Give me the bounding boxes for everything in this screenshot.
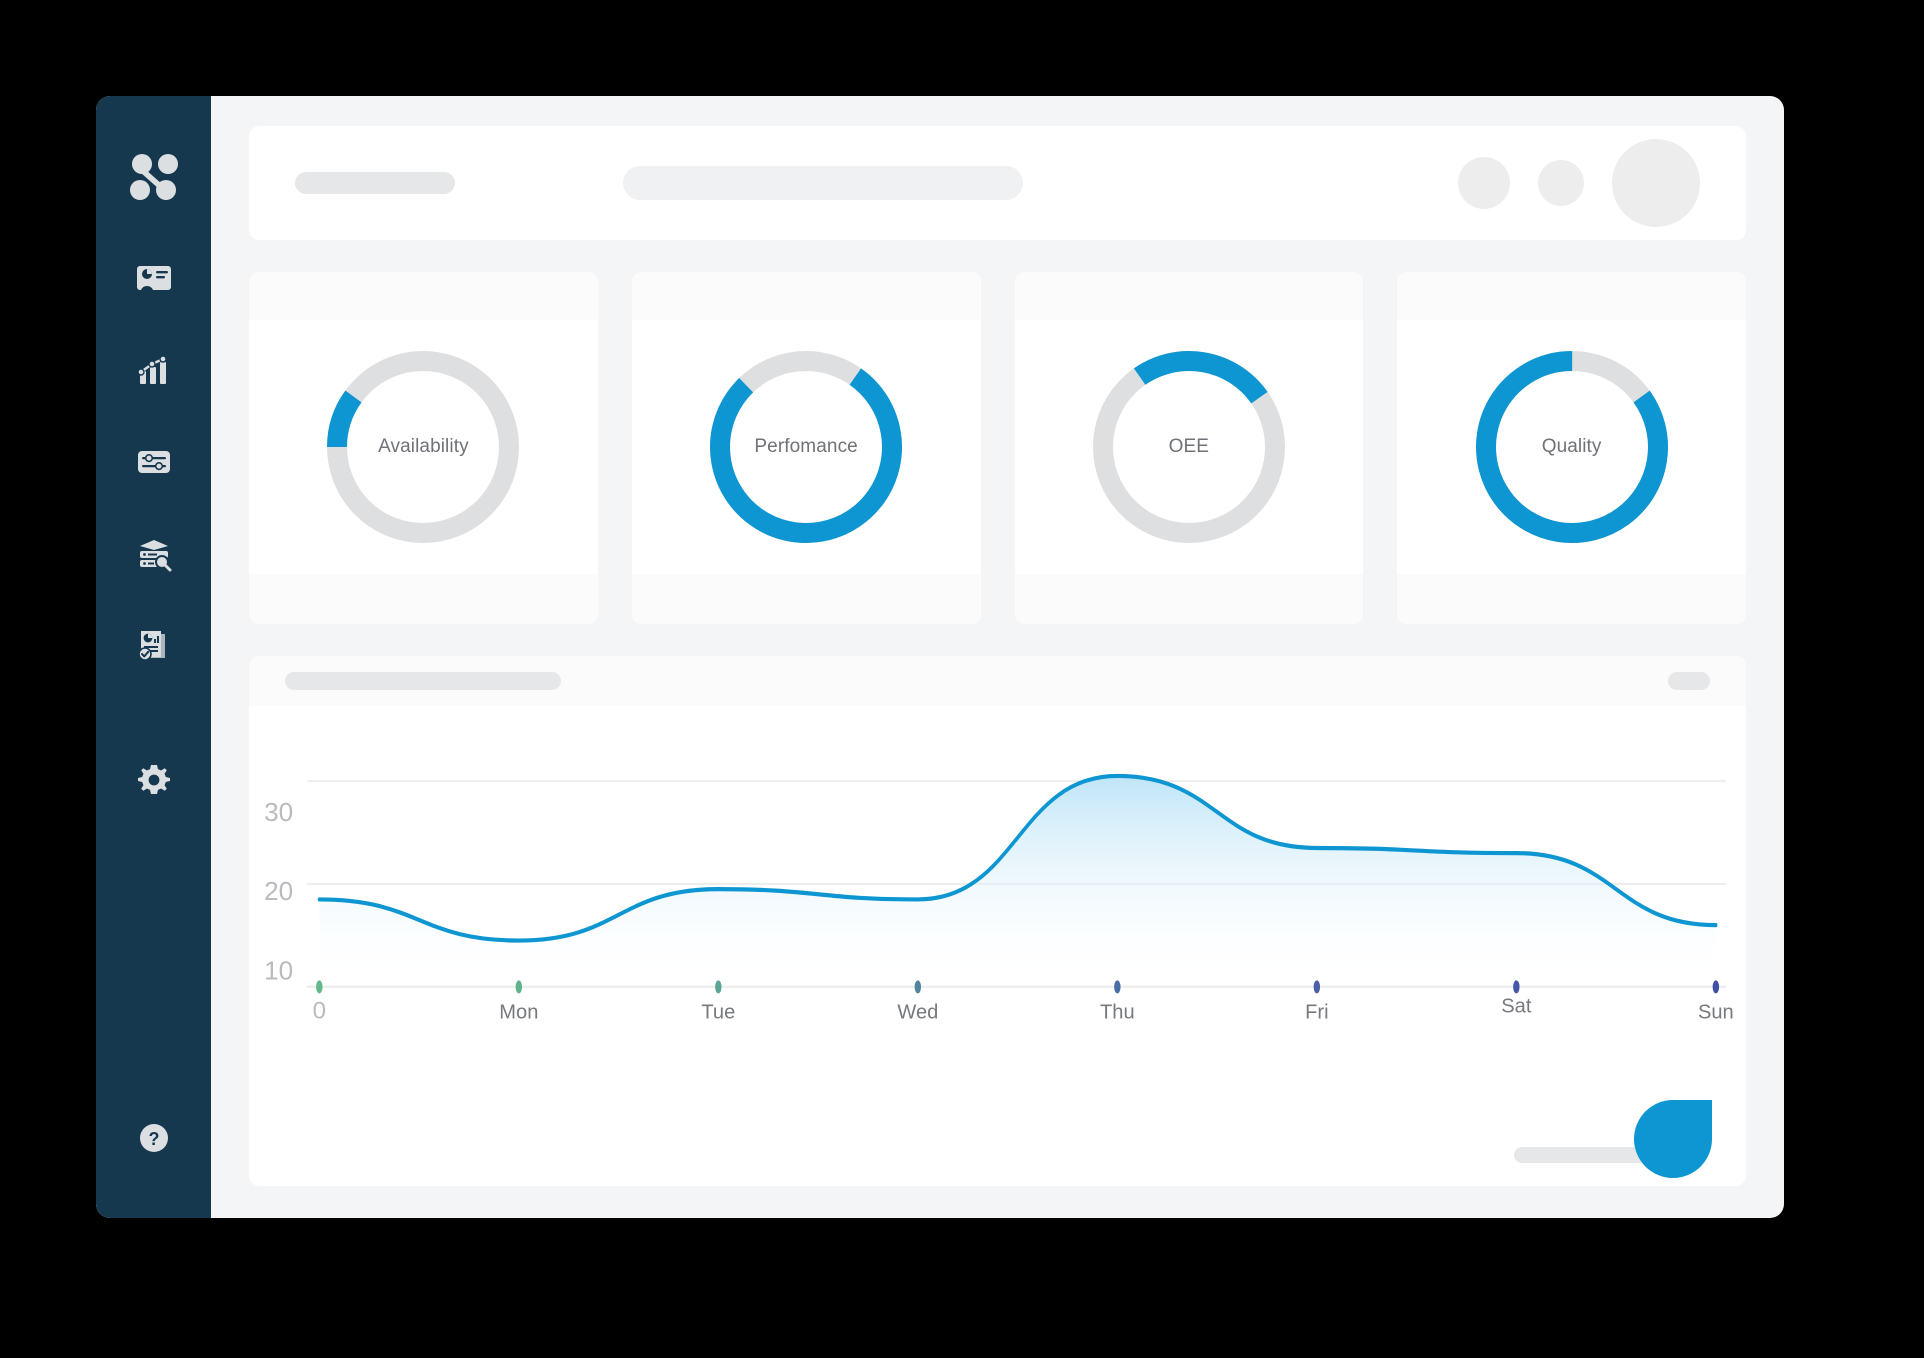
sidebar-item-analytics[interactable]	[126, 342, 182, 398]
donut-chart-quality: Quality	[1468, 343, 1676, 551]
chart-card-footer	[249, 1100, 1746, 1186]
sidebar-item-data[interactable]	[126, 526, 182, 582]
kpi-card-footer	[249, 574, 598, 624]
x-axis-tick-label: Wed	[897, 1001, 938, 1023]
kpi-card-quality[interactable]: Quality	[1397, 272, 1746, 624]
sidebar-item-overview[interactable]	[126, 250, 182, 306]
trend-chart-card: 30 20 10 0 Mon Tue Wed Thu Fri Sat Sun	[249, 656, 1746, 1186]
app-window: ? Availability Perfomance OEE Quality 30…	[96, 96, 1784, 1218]
sidebar-item-help[interactable]: ?	[132, 1116, 176, 1160]
report-check-icon	[135, 627, 173, 665]
x-axis-tick-label: 0	[313, 997, 326, 1024]
donut-chart-perfomance: Perfomance	[702, 343, 910, 551]
kpi-card-body: Availability	[249, 320, 598, 574]
y-axis-tick-label: 20	[264, 876, 293, 906]
donut-svg	[710, 351, 903, 543]
y-axis-tick-label: 10	[264, 955, 293, 985]
donut-svg	[327, 351, 520, 543]
kpi-card-body: OEE	[1015, 320, 1364, 574]
donut-chart-oee: OEE	[1085, 343, 1293, 551]
chart-plot-area: 30 20 10 0 Mon Tue Wed Thu Fri Sat Sun	[249, 706, 1746, 1124]
kpi-row: Availability Perfomance OEE Quality	[249, 272, 1746, 624]
action-circle-2[interactable]	[1538, 160, 1584, 206]
network-nodes-logo-icon	[125, 149, 183, 207]
kpi-card-perfomance[interactable]: Perfomance	[631, 272, 981, 624]
donut-svg	[1092, 351, 1285, 543]
kpi-card-body: Perfomance	[632, 320, 981, 574]
search-input[interactable]	[623, 166, 1023, 200]
main-content: Availability Perfomance OEE Quality 30 2…	[211, 96, 1784, 1218]
y-axis-tick-label: 30	[264, 797, 293, 827]
question-circle-icon: ?	[137, 1121, 171, 1155]
topbar-title-placeholder	[295, 172, 455, 194]
kpi-card-header	[249, 272, 598, 320]
donut-chart-availability: Availability	[319, 343, 527, 551]
chart-axis-labels-svg: 30 20 10 0 Mon Tue Wed Thu Fri Sat Sun	[264, 797, 1734, 1024]
chart-y-axis-labels: 30 20 10	[264, 797, 293, 985]
x-axis-tick-label: Sat	[1501, 995, 1532, 1017]
kpi-card-header	[1014, 272, 1364, 320]
x-axis-tick-label: Sun	[1698, 1001, 1734, 1023]
kpi-card-header	[631, 272, 981, 320]
id-card-dashboard-icon	[135, 259, 173, 297]
gear-icon	[135, 761, 173, 799]
bar-line-chart-icon	[135, 351, 173, 389]
sliders-settings-icon	[135, 443, 173, 481]
app-logo[interactable]	[122, 146, 186, 210]
topbar	[249, 126, 1746, 240]
kpi-card-body: Quality	[1397, 320, 1746, 574]
sidebar-item-reports[interactable]	[126, 618, 182, 674]
add-fab-button[interactable]	[1634, 1100, 1712, 1178]
sidebar-item-settings[interactable]	[126, 752, 182, 808]
donut-svg	[1475, 351, 1668, 543]
server-search-icon	[135, 535, 173, 573]
x-axis-tick-label: Thu	[1100, 1001, 1135, 1023]
sidebar: ?	[96, 96, 211, 1218]
kpi-card-footer	[1397, 574, 1746, 624]
kpi-card-footer	[1014, 574, 1364, 624]
sidebar-item-controls[interactable]	[126, 434, 182, 490]
x-axis-tick-label: Mon	[499, 1001, 538, 1023]
kpi-card-oee[interactable]: OEE	[1014, 272, 1364, 624]
topbar-actions	[1458, 139, 1700, 227]
action-circle-1[interactable]	[1458, 157, 1510, 209]
kpi-card-header	[1397, 272, 1746, 320]
chart-badge-placeholder[interactable]	[1668, 672, 1710, 690]
chart-title-placeholder	[285, 672, 561, 690]
kpi-card-availability[interactable]: Availability	[249, 272, 598, 624]
x-axis-tick-label: Fri	[1305, 1001, 1328, 1023]
sidebar-help-area: ?	[96, 1116, 211, 1160]
svg-text:?: ?	[148, 1129, 159, 1149]
screenshot-root: ? Availability Perfomance OEE Quality 30…	[0, 0, 1924, 1358]
x-axis-tick-label: Tue	[701, 1001, 735, 1023]
chart-card-header	[249, 656, 1746, 706]
chart-x-axis-labels: 0 Mon Tue Wed Thu Fri Sat Sun	[313, 995, 1734, 1024]
sidebar-nav	[96, 250, 211, 808]
kpi-card-footer	[631, 574, 981, 624]
avatar[interactable]	[1612, 139, 1700, 227]
